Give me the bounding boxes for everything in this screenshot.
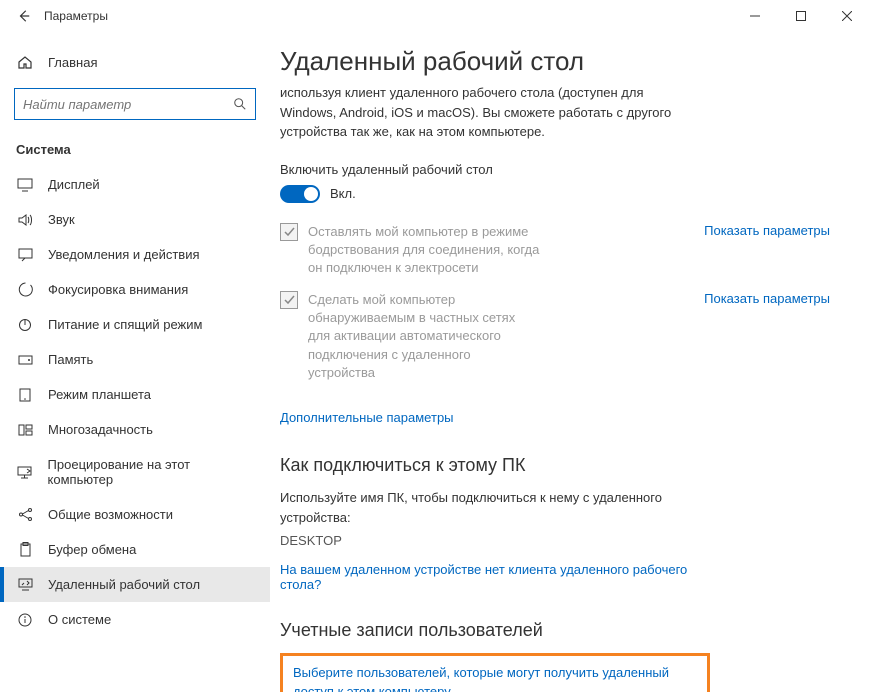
maximize-button[interactable] xyxy=(778,0,824,32)
content-area: Удаленный рабочий стол используя клиент … xyxy=(270,32,870,692)
sidebar-item-label: Многозадачность xyxy=(48,422,153,437)
keep-awake-text: Оставлять мой компьютер в режиме бодрств… xyxy=(308,223,540,278)
about-icon xyxy=(16,613,34,627)
search-icon xyxy=(233,97,247,111)
sidebar-item-label: Питание и спящий режим xyxy=(48,317,202,332)
page-description: используя клиент удаленного рабочего сто… xyxy=(280,83,680,142)
check-icon xyxy=(284,295,295,305)
close-icon xyxy=(842,11,852,21)
focus-icon xyxy=(16,282,34,297)
tablet-icon xyxy=(16,388,34,402)
back-button[interactable] xyxy=(8,9,40,23)
toggle-state-label: Вкл. xyxy=(330,186,356,201)
toggle-knob xyxy=(304,187,318,201)
notifications-icon xyxy=(16,248,34,262)
home-label: Главная xyxy=(48,55,97,70)
search-box[interactable] xyxy=(14,88,256,120)
sidebar-item-shared[interactable]: Общие возможности xyxy=(0,497,270,532)
connect-description: Используйте имя ПК, чтобы подключиться к… xyxy=(280,488,700,527)
pc-name-value: DESKTOP xyxy=(280,533,830,548)
sidebar-item-label: Фокусировка внимания xyxy=(48,282,188,297)
minimize-button[interactable] xyxy=(732,0,778,32)
storage-icon xyxy=(16,355,34,365)
projecting-icon xyxy=(16,466,34,479)
sidebar-item-about[interactable]: О системе xyxy=(0,602,270,637)
window-title: Параметры xyxy=(44,9,108,23)
sidebar-item-label: О системе xyxy=(48,612,111,627)
shared-icon xyxy=(16,507,34,522)
enable-remote-label: Включить удаленный рабочий стол xyxy=(280,162,830,177)
sidebar-item-projecting[interactable]: Проецирование на этот компьютер xyxy=(0,447,270,497)
sidebar-item-multitasking[interactable]: Многозадачность xyxy=(0,412,270,447)
sidebar-item-label: Режим планшета xyxy=(48,387,151,402)
sidebar-item-display[interactable]: Дисплей xyxy=(0,167,270,202)
check-icon xyxy=(284,227,295,237)
advanced-settings-link[interactable]: Дополнительные параметры xyxy=(280,410,454,425)
sidebar-item-label: Дисплей xyxy=(48,177,100,192)
show-params-link-2[interactable]: Показать параметры xyxy=(684,291,830,306)
sidebar-item-tablet[interactable]: Режим планшета xyxy=(0,377,270,412)
sidebar-item-power[interactable]: Питание и спящий режим xyxy=(0,307,270,342)
minimize-icon xyxy=(750,11,760,21)
no-client-link[interactable]: На вашем удаленном устройстве нет клиент… xyxy=(280,562,700,592)
sidebar-item-clipboard[interactable]: Буфер обмена xyxy=(0,532,270,567)
maximize-icon xyxy=(796,11,806,21)
enable-remote-toggle[interactable] xyxy=(280,185,320,203)
search-input[interactable] xyxy=(23,97,233,112)
show-params-link-1[interactable]: Показать параметры xyxy=(684,223,830,238)
users-title: Учетные записи пользователей xyxy=(280,620,830,641)
display-icon xyxy=(16,178,34,192)
discoverable-checkbox[interactable] xyxy=(280,291,298,309)
remote-desktop-icon xyxy=(16,578,34,591)
arrow-left-icon xyxy=(17,9,31,23)
close-button[interactable] xyxy=(824,0,870,32)
sidebar-item-storage[interactable]: Память xyxy=(0,342,270,377)
sound-icon xyxy=(16,213,34,227)
clipboard-icon xyxy=(16,542,34,557)
page-title: Удаленный рабочий стол xyxy=(280,46,830,77)
sidebar-item-label: Память xyxy=(48,352,93,367)
discoverable-text: Сделать мой компьютер обнаруживаемым в ч… xyxy=(308,291,540,382)
sidebar-item-label: Удаленный рабочий стол xyxy=(48,577,200,592)
section-label: Система xyxy=(0,138,270,167)
highlighted-users-link-box: Выберите пользователей, которые могут по… xyxy=(280,653,710,692)
multitasking-icon xyxy=(16,424,34,436)
sidebar-item-label: Общие возможности xyxy=(48,507,173,522)
sidebar-item-label: Уведомления и действия xyxy=(48,247,200,262)
sidebar-item-notifications[interactable]: Уведомления и действия xyxy=(0,237,270,272)
home-icon xyxy=(16,54,34,70)
keep-awake-checkbox[interactable] xyxy=(280,223,298,241)
sidebar-item-label: Проецирование на этот компьютер xyxy=(48,457,254,487)
titlebar: Параметры xyxy=(0,0,870,32)
sidebar-item-focus[interactable]: Фокусировка внимания xyxy=(0,272,270,307)
sidebar-item-sound[interactable]: Звук xyxy=(0,202,270,237)
select-users-link[interactable]: Выберите пользователей, которые могут по… xyxy=(293,664,697,692)
home-button[interactable]: Главная xyxy=(0,48,270,76)
power-icon xyxy=(16,318,34,332)
sidebar-item-label: Звук xyxy=(48,212,75,227)
sidebar-item-label: Буфер обмена xyxy=(48,542,136,557)
sidebar: Главная Система Дисплей Звук Уведомления… xyxy=(0,32,270,692)
connect-title: Как подключиться к этому ПК xyxy=(280,455,830,476)
sidebar-item-remote-desktop[interactable]: Удаленный рабочий стол xyxy=(0,567,270,602)
